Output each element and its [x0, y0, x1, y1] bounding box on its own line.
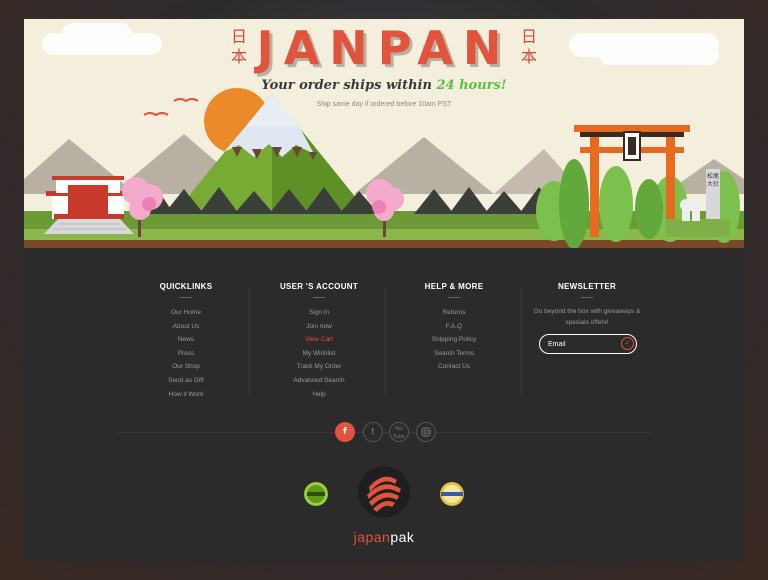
link-our-home[interactable]: Our Home	[146, 306, 226, 320]
site-logo[interactable]: JANPAN	[24, 21, 744, 75]
shipping-subtext: Ship same day if ordered before 10am PST	[316, 101, 452, 108]
link-search-terms[interactable]: Search Terms	[409, 347, 499, 361]
column-divider	[249, 287, 250, 395]
link-view-cart[interactable]: View Cart	[274, 333, 364, 347]
security-badge	[304, 482, 328, 506]
newsletter-column: NEWSLETTER Go beyond the box with giveaw…	[527, 282, 647, 328]
link-contact-us[interactable]: Contact Us	[409, 360, 499, 374]
link-join-now[interactable]: Join now	[274, 320, 364, 334]
quicklinks-column: QUICKLINKS Our Home About Us News Press …	[146, 282, 226, 401]
instagram-icon[interactable]	[416, 422, 436, 442]
column-divider	[385, 287, 386, 395]
link-track-my-order[interactable]: Track My Order	[274, 360, 364, 374]
newsletter-text: Go beyond the box with giveaways & speci…	[533, 308, 641, 326]
link-press[interactable]: Press	[146, 347, 226, 361]
column-title: NEWSLETTER	[557, 282, 617, 291]
newsletter-email-field: ✓	[539, 334, 637, 354]
shipping-tagline: Your order ships within 24 hours!	[24, 78, 744, 93]
link-our-shop[interactable]: Our Shop	[146, 360, 226, 374]
divider	[313, 297, 325, 298]
page-frame: 日 本 日 本 JANPAN Your order ships within 2…	[24, 19, 744, 561]
tagline-highlight: 24 hours!	[436, 78, 507, 93]
link-about-us[interactable]: About Us	[146, 320, 226, 334]
brand-part-pak: pak	[390, 529, 415, 545]
column-title: QUICKLINKS	[159, 282, 213, 291]
link-help[interactable]: Help	[274, 388, 364, 402]
footer-brand[interactable]: japanpak	[24, 529, 744, 545]
hero-banner: 日 本 日 本 JANPAN Your order ships within 2…	[24, 19, 744, 248]
brand-part-japan: japan	[353, 529, 391, 545]
satisfaction-badge	[440, 482, 464, 506]
divider	[581, 297, 593, 298]
link-faq[interactable]: F.A.Q	[409, 320, 499, 334]
account-column: USER 'S ACCOUNT Sign in Join now View Ca…	[274, 282, 364, 401]
help-column: HELP & MORE Returns F.A.Q Shipping Polic…	[409, 282, 499, 374]
column-divider	[521, 287, 522, 395]
check-icon[interactable]: ✓	[621, 337, 634, 350]
twitter-icon[interactable]: t	[363, 422, 383, 442]
footer-divider	[116, 432, 652, 433]
link-sign-in[interactable]: Sign in	[274, 306, 364, 320]
facebook-icon[interactable]: f	[335, 422, 355, 442]
link-send-as-gift[interactable]: Send as Gift	[146, 374, 226, 388]
link-my-wishlist[interactable]: My Wishlist	[274, 347, 364, 361]
shrine-sign-text: 松尾大社	[707, 173, 720, 188]
divider	[448, 297, 460, 298]
link-returns[interactable]: Returns	[409, 306, 499, 320]
link-how-it-work[interactable]: How it Work	[146, 388, 226, 402]
tagline-prefix: Your order ships within	[261, 78, 437, 93]
email-input[interactable]	[548, 338, 618, 350]
link-news[interactable]: News	[146, 333, 226, 347]
link-shipping-policy[interactable]: Shipping Policy	[409, 333, 499, 347]
link-advanced-search[interactable]: Advanced Search	[274, 374, 364, 388]
column-title: USER 'S ACCOUNT	[279, 282, 359, 291]
column-title: HELP & MORE	[424, 282, 484, 291]
divider	[180, 297, 192, 298]
japanpak-logo-icon[interactable]	[357, 465, 411, 519]
youtube-icon[interactable]: You Tube	[389, 422, 409, 442]
